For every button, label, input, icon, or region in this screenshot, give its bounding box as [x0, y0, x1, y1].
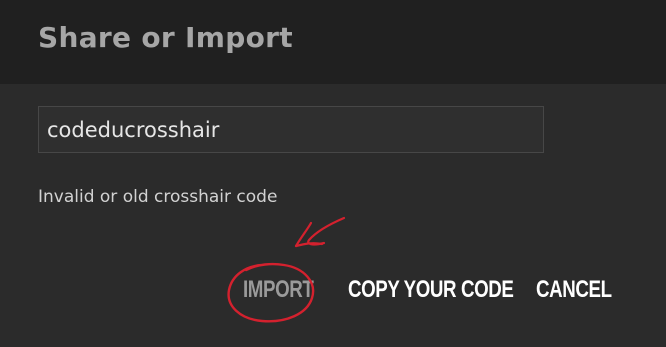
share-import-dialog: Share or Import Invalid or old crosshair…: [0, 0, 666, 347]
import-button[interactable]: IMPORT: [243, 276, 314, 304]
copy-your-code-button[interactable]: COPY YOUR CODE: [348, 276, 514, 304]
crosshair-code-input[interactable]: [38, 106, 544, 153]
dialog-title: Share or Import: [38, 21, 293, 54]
error-message: Invalid or old crosshair code: [38, 187, 278, 207]
annotation-arrow-icon: [294, 216, 346, 248]
dialog-header: Share or Import: [0, 0, 666, 84]
cancel-button[interactable]: CANCEL: [536, 276, 612, 304]
